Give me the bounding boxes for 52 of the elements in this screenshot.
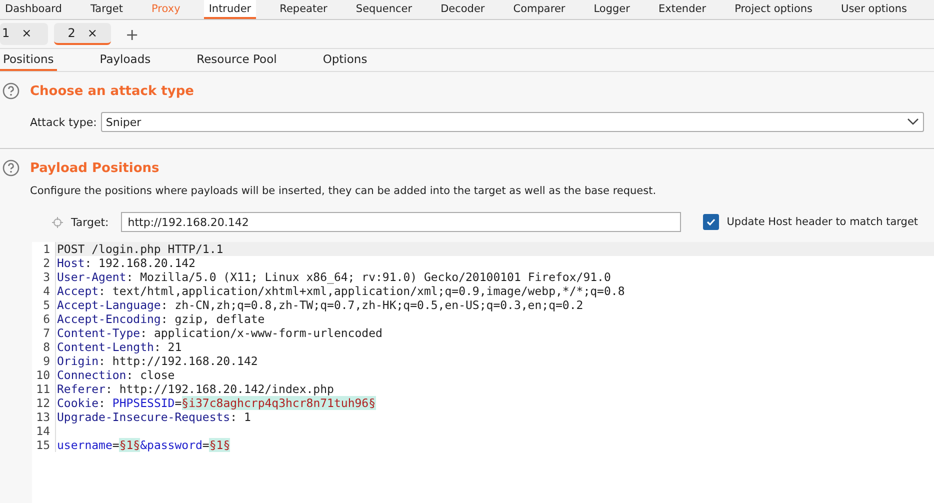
code-line: username=§1§&password=§1§ xyxy=(56,438,230,452)
code-line: Accept-Encoding: gzip, deflate xyxy=(56,312,265,326)
chevron-icon xyxy=(907,118,919,126)
code-line: User-Agent: Mozilla/5.0 (X11; Linux x86_64; rv:91.0) Gecko/20100101 Firefox/91.0 xyxy=(56,270,611,284)
code-line: Origin: http://192.168.20.142 xyxy=(56,354,258,368)
code-line: Referer: http://192.168.20.142/index.php xyxy=(56,382,334,396)
code-line: Connection: close xyxy=(56,368,175,382)
code-line: Accept-Language: zh-CN,zh;q=0.8,zh-TW;q=0.7,zh-HK;q=0.5,en-US;q=0.3,en;q=0.2 xyxy=(56,298,584,312)
sub-tab[interactable]: Positions xyxy=(0,49,57,71)
main-tab[interactable]: Dashboard xyxy=(0,0,67,19)
code-line: Content-Type: application/x-www-form-urlencoded xyxy=(56,326,382,340)
main-tab[interactable]: Repeater xyxy=(274,0,332,19)
section-title: Payload Positions xyxy=(30,160,160,176)
target-field[interactable]: http://192.168.20.142 xyxy=(120,212,681,232)
main-tab[interactable]: Sequencer xyxy=(350,0,418,19)
crosshair-icon xyxy=(52,216,63,228)
code-line: POST /login.php HTTP/1.1 xyxy=(56,242,224,256)
field-label: Target: xyxy=(71,216,109,228)
line-number: 1 xyxy=(32,242,56,256)
checkbox[interactable] xyxy=(702,214,719,230)
main-tab[interactable]: Decoder xyxy=(436,0,490,19)
close-icon[interactable]: × xyxy=(22,26,32,40)
main-tab[interactable]: Project options xyxy=(730,0,818,19)
section-title: Choose an attack type xyxy=(30,84,194,98)
main-tab[interactable]: User options xyxy=(836,0,912,19)
code-line: Upgrade-Insecure-Requests: 1 xyxy=(56,410,251,424)
code-line: Host: 192.168.20.142 xyxy=(56,256,196,270)
main-tab[interactable]: Extender xyxy=(654,0,712,19)
main-tab[interactable]: Logger xyxy=(588,0,635,19)
tab-label: 2 xyxy=(68,26,76,40)
sub-tab[interactable]: Payloads xyxy=(96,49,154,71)
main-tab[interactable]: Intruder xyxy=(204,0,256,19)
field-label: Attack type: xyxy=(30,116,97,128)
code-line: Cookie: PHPSESSID=§i37c8aghcrp4q3hcr8n71tuh96§ xyxy=(56,396,376,410)
section-description: Configure the positions where payloads will be inserted, they can be added into the target as well as the base request. xyxy=(30,185,658,197)
tab-label: 1 xyxy=(2,26,10,40)
attack-tab[interactable]: 2 × xyxy=(54,23,112,45)
main-tab[interactable]: Target xyxy=(86,0,128,19)
code-line: Content-Length: 21 xyxy=(56,340,182,354)
attack-tab[interactable]: 1 × xyxy=(0,23,48,45)
checkmark-icon xyxy=(706,217,716,227)
sub-tab[interactable]: Resource Pool xyxy=(194,49,280,71)
main-tab[interactable]: Comparer xyxy=(508,0,570,19)
close-icon[interactable]: × xyxy=(87,26,98,40)
request-editor[interactable] xyxy=(32,242,934,503)
help-icon[interactable] xyxy=(2,82,20,100)
checkbox-label: Update Host header to match target xyxy=(726,216,918,228)
help-icon[interactable] xyxy=(2,159,20,177)
add-tab-button[interactable]: + xyxy=(117,24,147,44)
code-line: Accept: text/html,application/xhtml+xml,application/xml;q=0.9,image/webp,*/*;q=0.8 xyxy=(56,284,625,298)
sub-tab[interactable]: Options xyxy=(320,49,370,71)
attack-type-dropdown[interactable]: Sniper xyxy=(100,112,924,132)
